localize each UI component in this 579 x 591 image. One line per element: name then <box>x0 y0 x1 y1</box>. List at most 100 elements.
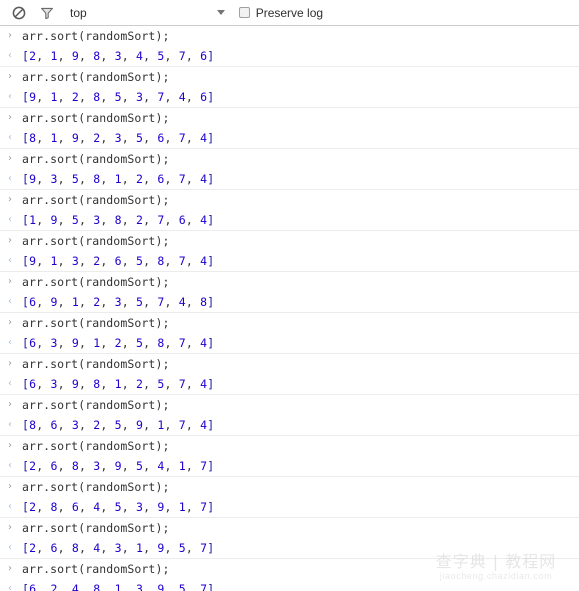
console-command-text: arr.sort(randomSort); <box>22 111 170 125</box>
console-entry-group: › arr.sort(randomSort); ‹ [9, 1, 2, 8, 5, 3… <box>0 67 579 108</box>
console-result-row[interactable]: ‹ [9, 1, 2, 8, 5, 3, 7, 4, 6] <box>0 87 579 107</box>
array-value: 9 <box>71 377 79 391</box>
console-command-row[interactable]: › arr.sort(randomSort); <box>0 190 579 210</box>
console-result-array: [2, 8, 6, 4, 5, 3, 9, 1, 7] <box>22 500 215 514</box>
console-message-list[interactable]: › arr.sort(randomSort); ‹ [2, 1, 9, 8, 3, 4… <box>0 26 579 591</box>
array-value: 9 <box>50 213 58 227</box>
console-result-row[interactable]: ‹ [2, 8, 6, 4, 5, 3, 9, 1, 7] <box>0 497 579 517</box>
prompt-arrow-icon: › <box>8 481 12 492</box>
array-value: 5 <box>114 418 122 432</box>
console-result-row[interactable]: ‹ [6, 3, 9, 8, 1, 2, 5, 7, 4] <box>0 374 579 394</box>
chevron-down-icon <box>216 10 225 15</box>
array-value: 3 <box>114 131 122 145</box>
console-result-row[interactable]: ‹ [8, 1, 9, 2, 3, 5, 6, 7, 4] <box>0 128 579 148</box>
array-value: 3 <box>50 336 58 350</box>
array-value: 1 <box>178 459 186 473</box>
array-value: 8 <box>114 213 122 227</box>
prompt-arrow-icon: › <box>8 522 12 533</box>
filter-button[interactable] <box>36 2 58 24</box>
ban-icon <box>12 6 26 20</box>
console-command-text: arr.sort(randomSort); <box>22 398 170 412</box>
preserve-log-checkbox[interactable] <box>238 7 250 18</box>
array-value: 3 <box>50 172 58 186</box>
array-value: 3 <box>114 295 122 309</box>
result-arrow-icon: ‹ <box>8 378 12 389</box>
clear-console-button[interactable] <box>8 2 30 24</box>
array-value: 1 <box>157 418 165 432</box>
console-result-array: [2, 6, 8, 3, 9, 5, 4, 1, 7] <box>22 459 215 473</box>
console-entry-group: › arr.sort(randomSort); ‹ [1, 9, 5, 3, 8, 2… <box>0 190 579 231</box>
console-command-row[interactable]: › arr.sort(randomSort); <box>0 313 579 333</box>
console-entry-group: › arr.sort(randomSort); ‹ [6, 9, 1, 2, 3, 5… <box>0 272 579 313</box>
array-value: 4 <box>157 459 165 473</box>
console-entry-group: › arr.sort(randomSort); ‹ [2, 6, 8, 4, 3, 1… <box>0 518 579 559</box>
console-command-row[interactable]: › arr.sort(randomSort); <box>0 26 579 46</box>
array-value: 2 <box>114 336 122 350</box>
array-value: 9 <box>71 49 79 63</box>
result-arrow-icon: ‹ <box>8 296 12 307</box>
result-arrow-icon: ‹ <box>8 132 12 143</box>
console-command-row[interactable]: › arr.sort(randomSort); <box>0 559 579 579</box>
prompt-arrow-icon: › <box>8 358 12 369</box>
console-command-row[interactable]: › arr.sort(randomSort); <box>0 518 579 538</box>
console-command-row[interactable]: › arr.sort(randomSort); <box>0 272 579 292</box>
console-result-array: [9, 1, 3, 2, 6, 5, 8, 7, 4] <box>22 254 215 268</box>
array-value: 5 <box>71 213 79 227</box>
console-result-array: [2, 1, 9, 8, 3, 4, 5, 7, 6] <box>22 49 215 63</box>
console-result-array: [2, 6, 8, 4, 3, 1, 9, 5, 7] <box>22 541 215 555</box>
array-value: 7 <box>178 131 186 145</box>
array-value: 4 <box>178 90 186 104</box>
preserve-log-option[interactable]: Preserve log <box>238 6 323 20</box>
console-entry-group: › arr.sort(randomSort); ‹ [2, 8, 6, 4, 5, 3… <box>0 477 579 518</box>
console-entry-group: › arr.sort(randomSort); ‹ [6, 2, 4, 8, 1, 3… <box>0 559 579 591</box>
console-entry-group: › arr.sort(randomSort); ‹ [2, 6, 8, 3, 9, 5… <box>0 436 579 477</box>
console-result-row[interactable]: ‹ [9, 3, 5, 8, 1, 2, 6, 7, 4] <box>0 169 579 189</box>
array-value: 9 <box>157 541 165 555</box>
console-result-row[interactable]: ‹ [1, 9, 5, 3, 8, 2, 7, 6, 4] <box>0 210 579 230</box>
console-command-row[interactable]: › arr.sort(randomSort); <box>0 108 579 128</box>
console-command-text: arr.sort(randomSort); <box>22 234 170 248</box>
console-command-row[interactable]: › arr.sort(randomSort); <box>0 354 579 374</box>
array-value: 8 <box>50 500 58 514</box>
console-command-text: arr.sort(randomSort); <box>22 521 170 535</box>
devtools-console-panel: top Preserve log › arr.sort(randomSort); ‹… <box>0 0 579 591</box>
console-result-row[interactable]: ‹ [2, 6, 8, 4, 3, 1, 9, 5, 7] <box>0 538 579 558</box>
array-value: 4 <box>71 582 79 591</box>
console-command-row[interactable]: › arr.sort(randomSort); <box>0 231 579 251</box>
filter-funnel-icon <box>40 6 54 20</box>
console-result-array: [8, 6, 3, 2, 5, 9, 1, 7, 4] <box>22 418 215 432</box>
console-result-row[interactable]: ‹ [9, 1, 3, 2, 6, 5, 8, 7, 4] <box>0 251 579 271</box>
console-result-row[interactable]: ‹ [6, 3, 9, 1, 2, 5, 8, 7, 4] <box>0 333 579 353</box>
prompt-arrow-icon: › <box>8 71 12 82</box>
prompt-arrow-icon: › <box>8 153 12 164</box>
console-command-row[interactable]: › arr.sort(randomSort); <box>0 67 579 87</box>
array-value: 8 <box>157 336 165 350</box>
console-entry-group: › arr.sort(randomSort); ‹ [6, 3, 9, 1, 2, 5… <box>0 313 579 354</box>
console-result-row[interactable]: ‹ [2, 1, 9, 8, 3, 4, 5, 7, 6] <box>0 46 579 66</box>
console-command-row[interactable]: › arr.sort(randomSort); <box>0 395 579 415</box>
console-result-row[interactable]: ‹ [8, 6, 3, 2, 5, 9, 1, 7, 4] <box>0 415 579 435</box>
console-result-row[interactable]: ‹ [6, 2, 4, 8, 1, 3, 9, 5, 7] <box>0 579 579 591</box>
console-command-row[interactable]: › arr.sort(randomSort); <box>0 149 579 169</box>
array-value: 2 <box>50 582 58 591</box>
array-value: 6 <box>157 172 165 186</box>
console-command-text: arr.sort(randomSort); <box>22 275 170 289</box>
console-command-row[interactable]: › arr.sort(randomSort); <box>0 436 579 456</box>
console-command-text: arr.sort(randomSort); <box>22 480 170 494</box>
array-value: 3 <box>71 254 79 268</box>
context-dropdown-button[interactable] <box>215 7 227 19</box>
array-value: 7 <box>178 418 186 432</box>
array-value: 4 <box>178 295 186 309</box>
console-result-row[interactable]: ‹ [6, 9, 1, 2, 3, 5, 7, 4, 8] <box>0 292 579 312</box>
array-value: 8 <box>71 459 79 473</box>
console-command-text: arr.sort(randomSort); <box>22 70 170 84</box>
array-value: 1 <box>114 377 122 391</box>
array-value: 5 <box>157 377 165 391</box>
console-result-row[interactable]: ‹ [2, 6, 8, 3, 9, 5, 4, 1, 7] <box>0 456 579 476</box>
execution-context-label[interactable]: top <box>70 6 87 20</box>
array-value: 6 <box>50 541 58 555</box>
console-entry-group: › arr.sort(randomSort); ‹ [9, 1, 3, 2, 6, 5… <box>0 231 579 272</box>
console-command-row[interactable]: › arr.sort(randomSort); <box>0 477 579 497</box>
array-value: 5 <box>178 541 186 555</box>
result-arrow-icon: ‹ <box>8 173 12 184</box>
